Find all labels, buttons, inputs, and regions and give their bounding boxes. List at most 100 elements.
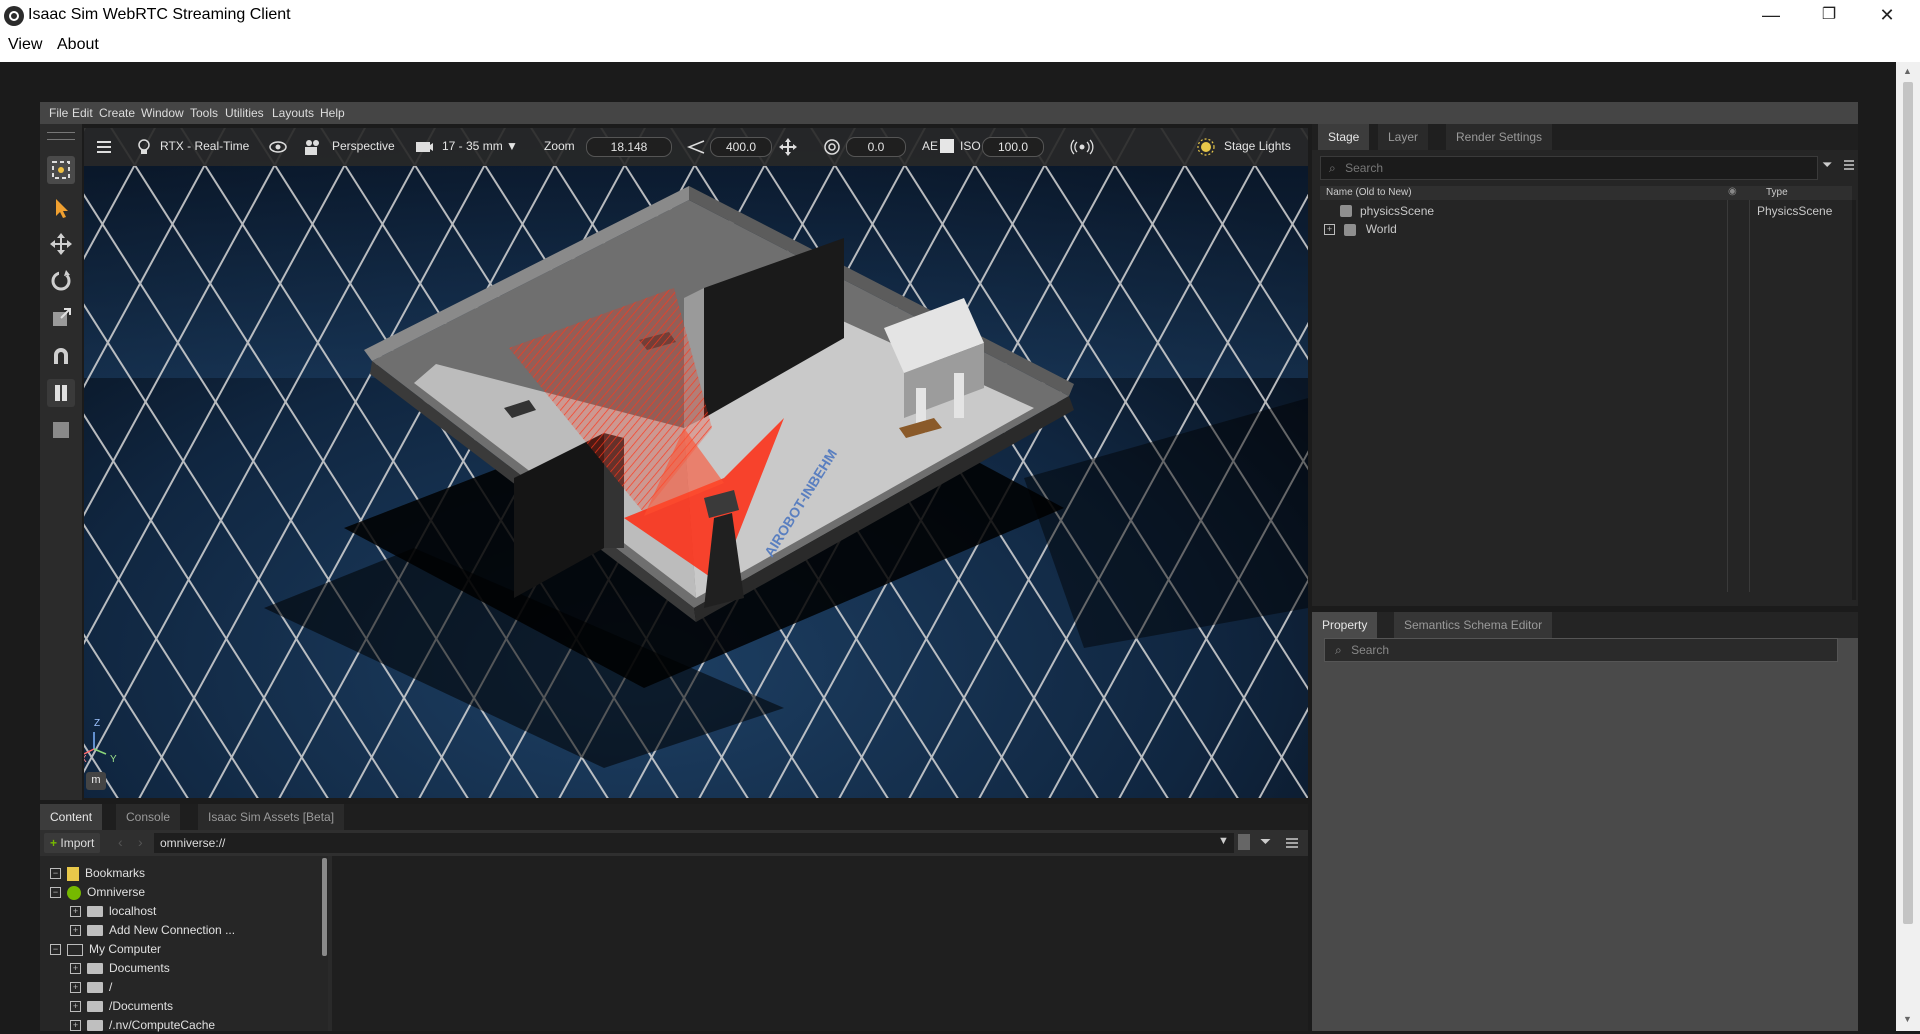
menu-utilities[interactable]: Utilities [225,106,264,120]
tree-item-add-connection[interactable]: + Add New Connection ... [70,921,235,939]
menu-window[interactable]: Window [141,106,184,120]
stage-tabbar: Stage Layer Render Settings [1312,124,1858,150]
col-type: Type [1766,187,1788,198]
import-button[interactable]: + Import [44,833,101,853]
stage-row-world[interactable]: + World [1324,220,1397,238]
measure-badge[interactable]: m [86,772,106,790]
tree-item-bookmarks[interactable]: − Bookmarks [50,864,145,882]
add-server-icon [87,925,103,937]
scale-icon[interactable] [47,304,75,332]
col-divider [1727,200,1728,592]
stage-scrollbar[interactable] [1852,200,1856,600]
content-tabbar: Content Console Isaac Sim Assets [Beta] [40,804,1308,830]
content-options-icon[interactable] [1284,834,1300,852]
prim-cube-icon [1340,205,1352,217]
tree-item-localhost[interactable]: + localhost [70,902,156,920]
forward-icon[interactable]: › [138,834,143,850]
menu-layouts[interactable]: Layouts [272,106,314,120]
filter-icon[interactable]: ⏷ [1822,157,1840,175]
window-title: Isaac Sim WebRTC Streaming Client [28,6,291,23]
renderer-select[interactable]: RTX - Real-Time [160,139,249,153]
broadcast-icon[interactable] [1070,137,1094,157]
exposure-field[interactable]: 0.0 [846,137,906,157]
iso-field[interactable]: 100.0 [982,137,1044,157]
scroll-up-icon[interactable]: ▲ [1903,66,1912,76]
tab-content[interactable]: Content [40,804,103,830]
stage-lights-sun-icon[interactable] [1196,137,1216,157]
chevron-down-icon[interactable]: ▼ [506,139,518,153]
col-divider-2 [1749,200,1750,592]
exposure-aperture-icon[interactable] [822,137,842,157]
tree-item-root[interactable]: + / [70,978,112,996]
pause-icon[interactable] [47,379,75,407]
toolbar-grip [47,132,75,140]
menu-help[interactable]: Help [320,106,345,120]
expand-icon[interactable]: + [1324,224,1335,236]
camera-icon[interactable] [302,137,322,157]
tree-item-omniverse[interactable]: − Omniverse [50,883,145,901]
stage-lights-select[interactable]: Stage Lights [1224,139,1291,153]
tree-item-slash-documents[interactable]: +/Documents [70,997,173,1015]
tab-property[interactable]: Property [1312,612,1378,638]
stage-header: Name (Old to New) ◉ Type [1320,186,1852,200]
tab-layer[interactable]: Layer [1378,124,1429,150]
property-search-input[interactable]: ⌕ Search [1324,638,1838,662]
path-input[interactable]: omniverse:// [154,833,1234,853]
filter-icon[interactable]: ⏷ [1260,833,1271,850]
drive-icon [87,1001,103,1013]
stage-search-input[interactable]: ⌕ Search [1320,156,1818,180]
search-icon: ⌕ [1335,643,1342,657]
col-visibility-eye-icon[interactable]: ◉ [1728,186,1737,197]
iso-label: ISO [960,139,981,153]
select-mode-icon[interactable] [47,156,75,184]
tree-item-computecache[interactable]: +/.nv/ComputeCache [70,1016,215,1034]
tree-item-documents[interactable]: + Documents [70,959,170,977]
tab-console[interactable]: Console [116,804,181,830]
tree-item-my-computer[interactable]: − My Computer [50,940,161,958]
ae-checkbox[interactable] [940,139,954,153]
move-icon[interactable] [47,230,75,258]
tab-stage[interactable]: Stage [1318,124,1370,150]
options-menu-icon[interactable] [1842,156,1856,174]
menu-create[interactable]: Create [99,106,135,120]
scroll-thumb[interactable] [1903,82,1913,924]
fov-field[interactable]: 400.0 [710,137,772,157]
zoom-field[interactable]: 18.148 [586,137,672,157]
menu-view[interactable]: View [8,36,42,54]
minimize-button[interactable]: — [1742,0,1800,32]
tab-render-settings[interactable]: Render Settings [1446,124,1553,150]
rotate-icon[interactable] [47,267,75,295]
snap-magnet-icon[interactable] [47,342,75,370]
film-icon[interactable] [414,137,434,157]
tab-isaac-sim-assets[interactable]: Isaac Sim Assets [Beta] [198,804,345,830]
lens-select[interactable]: 17 - 35 mm [442,139,503,153]
fov-icon[interactable] [686,137,706,157]
path-dropdown-icon[interactable]: ▼ [1218,835,1229,847]
visibility-eye-icon[interactable] [268,137,288,157]
close-button[interactable]: ✕ [1858,0,1916,32]
menu-file[interactable]: File [49,106,68,120]
app-icon [4,6,24,26]
camera-select[interactable]: Perspective [332,139,395,153]
viewport-toolbar: RTX - Real-Time Perspective 17 - 35 mm ▼… [84,128,1308,166]
stop-icon[interactable] [47,416,75,444]
page-scrollbar[interactable]: ▲ ▼ [1896,62,1920,1031]
property-panel: Property Semantics Schema Editor ⌕ Searc… [1312,612,1858,1031]
server-icon [87,906,103,918]
back-icon[interactable]: ‹ [118,834,123,850]
bookmark-icon[interactable] [1238,834,1250,850]
hamburger-icon[interactable] [94,137,114,157]
col-name: Name (Old to New) [1326,187,1412,198]
menu-about[interactable]: About [57,36,99,54]
axis-gizmo-icon [84,732,107,755]
transform-move-icon[interactable] [778,137,798,157]
tab-semantics-schema-editor[interactable]: Semantics Schema Editor [1394,612,1553,638]
menu-tools[interactable]: Tools [190,106,218,120]
menu-edit[interactable]: Edit [72,106,93,120]
select-arrow-icon[interactable] [47,194,75,222]
tree-scrollbar[interactable] [322,858,327,956]
renderer-lightbulb-icon[interactable] [134,137,154,157]
viewport[interactable]: AIROBOT-INBEHM Z X Y m [84,128,1308,798]
maximize-button[interactable]: ❐ [1800,0,1858,32]
scroll-down-icon[interactable]: ▼ [1903,1014,1912,1024]
